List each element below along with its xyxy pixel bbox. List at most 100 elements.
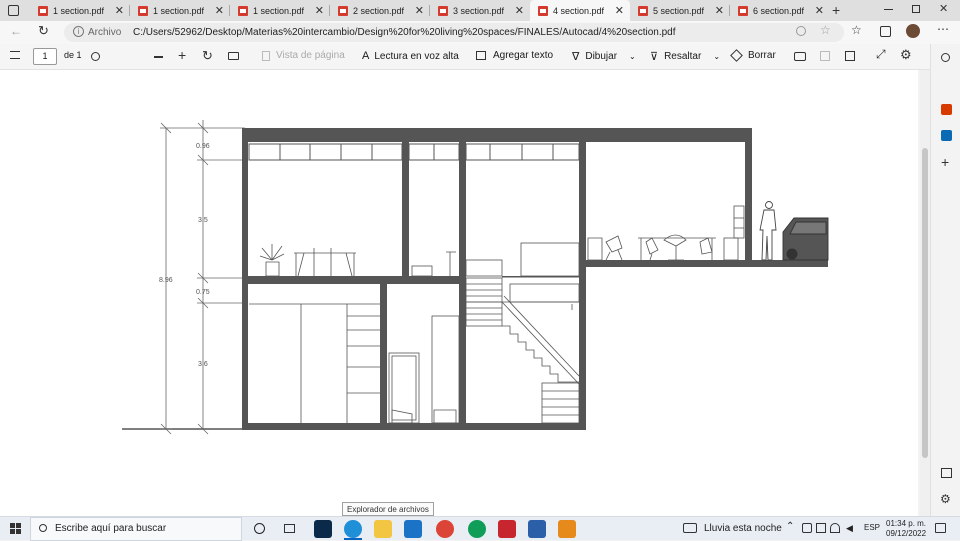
zoom-search-icon[interactable] <box>796 26 806 36</box>
volume-icon[interactable]: ◀ <box>846 523 853 534</box>
save-as-icon[interactable] <box>845 51 855 61</box>
weather-text[interactable]: Lluvia esta noche <box>704 523 782 534</box>
autocad-icon[interactable] <box>498 520 516 538</box>
zoom-out-icon[interactable] <box>154 56 163 58</box>
start-icon[interactable] <box>10 523 21 534</box>
close-tab-icon[interactable]: ✕ <box>615 4 624 17</box>
outlook-icon[interactable] <box>941 130 952 141</box>
weather-icon[interactable] <box>683 523 697 533</box>
task-view-icon[interactable] <box>284 524 295 533</box>
pdf-file-icon <box>538 5 548 16</box>
dimension-roof: 0.96 <box>196 143 210 150</box>
notifications-icon[interactable] <box>935 523 946 533</box>
photoshop-icon[interactable] <box>314 520 332 538</box>
tab-5[interactable]: 3 section.pdf ✕ <box>430 0 530 21</box>
clerestory-windows <box>248 143 580 161</box>
more-icon[interactable]: ⋯ <box>937 22 949 36</box>
revit-icon[interactable] <box>528 520 546 538</box>
save-icon[interactable] <box>820 51 830 61</box>
refresh-icon[interactable]: ↻ <box>38 23 49 39</box>
tab-label: 6 section.pdf <box>753 5 805 16</box>
chevron-up-icon[interactable]: ⌃ <box>786 521 794 532</box>
url-field[interactable]: i Archivo C:/Users/52962/Desktop/Materia… <box>64 23 844 42</box>
close-tab-icon[interactable]: ✕ <box>815 4 824 17</box>
close-tab-icon[interactable]: ✕ <box>515 4 524 17</box>
tab-1[interactable]: 1 section.pdf ✕ <box>30 0 130 21</box>
search-icon[interactable] <box>91 52 100 61</box>
cortana-icon[interactable] <box>254 523 265 534</box>
favorites-icon[interactable]: ☆ <box>851 23 862 37</box>
file-explorer-icon[interactable] <box>374 520 392 538</box>
draw-button[interactable]: ∇ Dibujar ⌄ <box>572 50 636 63</box>
new-tab-icon[interactable]: + <box>832 2 840 18</box>
wifi-icon[interactable] <box>830 523 840 533</box>
zoom-in-icon[interactable]: + <box>178 47 186 63</box>
scrollbar-thumb[interactable] <box>922 148 928 458</box>
profile-avatar[interactable] <box>906 24 920 38</box>
collections-icon[interactable] <box>880 26 891 37</box>
close-tab-icon[interactable]: ✕ <box>215 4 224 17</box>
building-section <box>242 128 828 430</box>
clock-time[interactable]: 01:34 p. m. <box>886 519 926 528</box>
favorite-add-icon[interactable]: ☆ <box>820 23 831 37</box>
maximize-icon[interactable] <box>912 5 920 13</box>
page-number-input[interactable]: 1 <box>33 48 57 65</box>
network-icon[interactable] <box>802 523 812 533</box>
fit-icon[interactable] <box>228 52 239 60</box>
chrome-profile-icon[interactable] <box>468 520 486 538</box>
pdf-file-icon <box>38 5 48 16</box>
close-tab-icon[interactable]: ✕ <box>715 4 724 17</box>
back-icon[interactable]: ← <box>10 24 22 38</box>
read-aloud-button[interactable]: A Lectura en voz alta <box>362 50 459 62</box>
mail-icon[interactable] <box>404 520 422 538</box>
minimize-icon[interactable] <box>884 9 893 10</box>
highlight-button[interactable]: ⊽ Resaltar ⌄ <box>650 50 720 63</box>
stair <box>465 242 580 424</box>
office-icon[interactable] <box>941 104 952 115</box>
tab-3[interactable]: 1 section.pdf ✕ <box>230 0 330 21</box>
edge-icon[interactable] <box>344 520 362 538</box>
tab-label: 4 section.pdf <box>553 5 605 16</box>
tab-8[interactable]: 6 section.pdf ✕ <box>730 0 830 21</box>
tab-label: 1 section.pdf <box>53 5 105 16</box>
close-tab-icon[interactable]: ✕ <box>415 4 424 17</box>
rotate-icon[interactable]: ↻ <box>202 48 213 64</box>
close-tab-icon[interactable]: ✕ <box>115 4 124 17</box>
sidebar-search-icon[interactable] <box>941 53 950 62</box>
search-placeholder: Escribe aquí para buscar <box>55 523 167 534</box>
chevron-down-icon[interactable]: ⌄ <box>713 52 720 61</box>
display-icon[interactable] <box>816 523 826 533</box>
settings-gear-icon[interactable]: ⚙ <box>900 47 912 63</box>
sidebar-settings-icon[interactable]: ⚙ <box>940 492 951 506</box>
tab-7[interactable]: 5 section.pdf ✕ <box>630 0 730 21</box>
pdf-file-icon <box>238 5 248 16</box>
pdf-file-icon <box>738 5 748 16</box>
language-indicator[interactable]: ESP <box>864 523 880 532</box>
calculator-icon[interactable] <box>558 520 576 538</box>
chevron-down-icon[interactable]: ⌄ <box>629 52 636 61</box>
tab-6-active[interactable]: 4 section.pdf ✕ <box>530 0 630 21</box>
read-aloud-label: Lectura en voz alta <box>374 50 459 62</box>
taskbar-search-input[interactable]: Escribe aquí para buscar <box>30 517 242 541</box>
tab-4[interactable]: 2 section.pdf ✕ <box>330 0 430 21</box>
tab-label: 5 section.pdf <box>653 5 705 16</box>
page-view-icon <box>262 50 270 61</box>
clock-date[interactable]: 09/12/2022 <box>886 529 926 538</box>
dimension-total: 8.96 <box>159 277 173 284</box>
browser-sidebar: + ⚙ <box>930 44 960 516</box>
print-icon[interactable] <box>794 52 806 61</box>
close-window-icon[interactable]: ✕ <box>939 2 948 15</box>
fit-page-button[interactable]: Vista de página <box>262 50 345 61</box>
dimension-slab: 0.75 <box>196 289 210 296</box>
add-text-button[interactable]: Agregar texto <box>476 50 553 61</box>
fullscreen-icon[interactable]: ⤢ <box>876 47 886 62</box>
draw-label: Dibujar <box>585 51 618 62</box>
add-sidebar-icon[interactable]: + <box>941 154 949 170</box>
split-screen-icon[interactable] <box>941 468 952 478</box>
chrome-icon[interactable] <box>436 520 454 538</box>
tab-2[interactable]: 1 section.pdf ✕ <box>130 0 230 21</box>
contents-icon[interactable] <box>10 51 20 59</box>
erase-button[interactable]: Borrar <box>730 49 776 62</box>
close-tab-icon[interactable]: ✕ <box>315 4 324 17</box>
tab-actions-icon[interactable] <box>8 5 19 16</box>
